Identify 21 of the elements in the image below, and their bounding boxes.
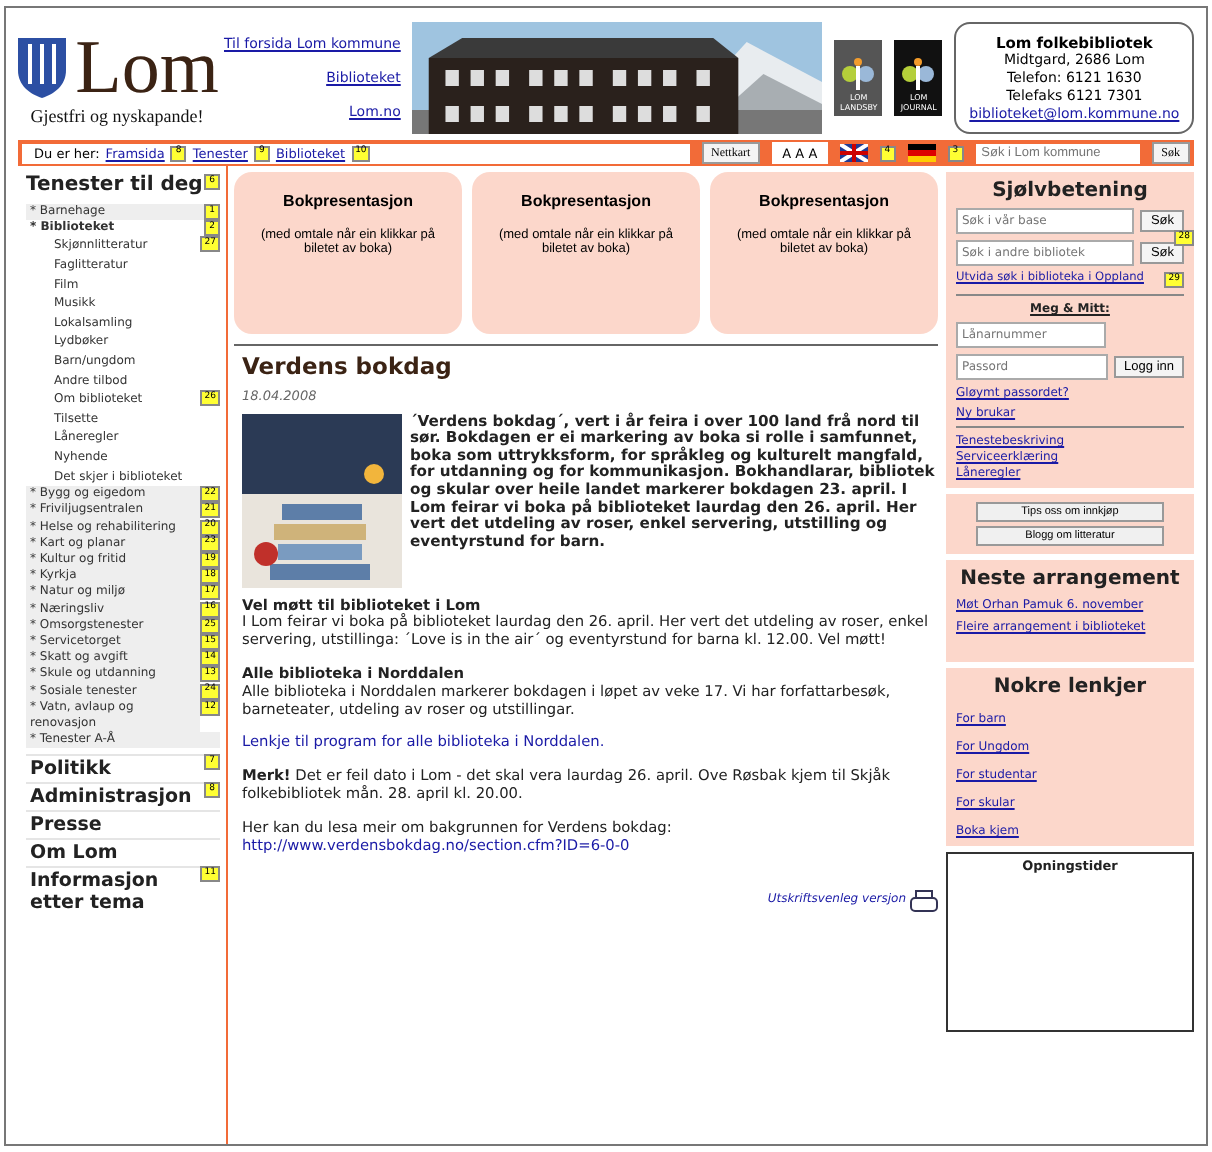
promo-title: Bokpresentasjon bbox=[521, 192, 651, 210]
panel-title: Neste arrangement bbox=[958, 568, 1182, 590]
article-title: Verdens bokdag bbox=[242, 358, 454, 376]
panel-title: Sjølvbetening bbox=[990, 180, 1150, 202]
slogan: Gjestfri og nyskapande! bbox=[30, 106, 204, 126]
section-link[interactable]: Presse bbox=[26, 810, 220, 839]
promo-title: Bokpresentasjon bbox=[283, 192, 413, 210]
panel-title: Nokre lenkjer bbox=[991, 676, 1149, 698]
promo-title: Bokpresentasjon bbox=[759, 192, 889, 210]
logo-text: Lom bbox=[75, 30, 219, 106]
printer-icon[interactable] bbox=[910, 890, 938, 913]
shield-icon bbox=[15, 36, 68, 100]
sidebar-title: Tenester til deg bbox=[26, 174, 203, 196]
flower-icon bbox=[842, 56, 875, 92]
section-link[interactable]: Politikk bbox=[26, 754, 204, 783]
section-link[interactable]: Om Lom bbox=[26, 838, 220, 867]
section-link[interactable]: Informasjon etter tema bbox=[26, 866, 201, 917]
flag-icon[interactable] bbox=[839, 144, 868, 162]
flower-icon bbox=[902, 56, 935, 92]
section-link[interactable]: Administrasjon bbox=[26, 782, 204, 811]
flag-icon[interactable] bbox=[907, 144, 936, 162]
